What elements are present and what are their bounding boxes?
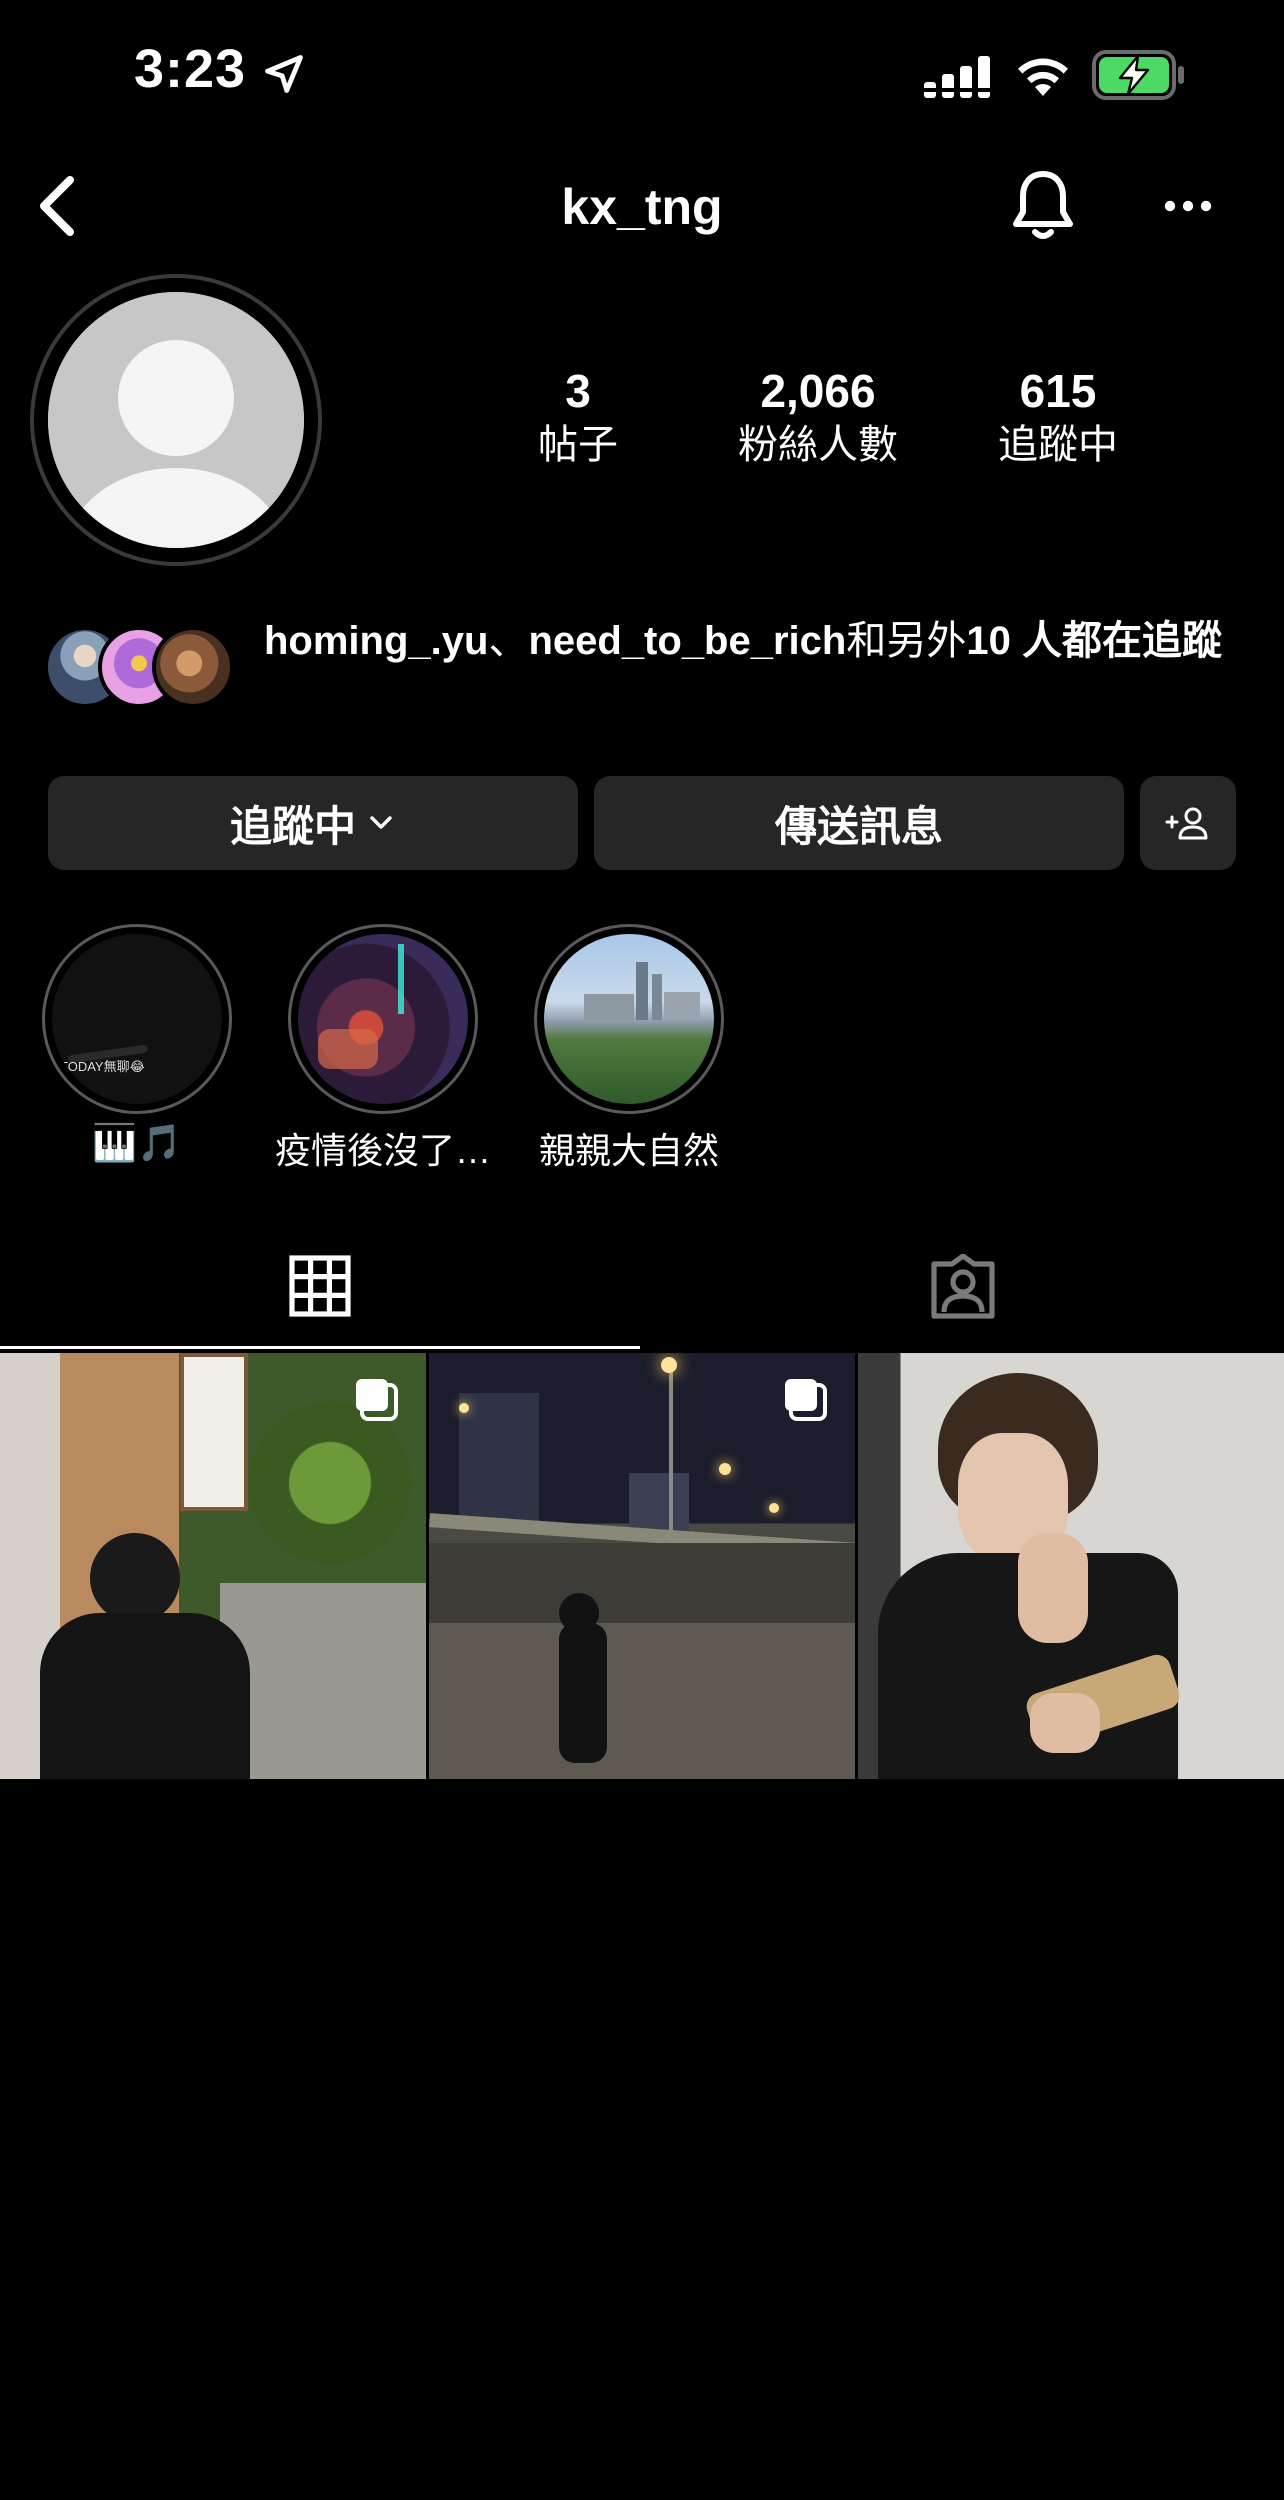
wifi-icon [1018, 58, 1068, 96]
post-shape [429, 1543, 855, 1623]
highlight-cover-3[interactable] [544, 934, 714, 1104]
bell-icon[interactable] [1010, 168, 1076, 244]
stat-followers-label: 粉絲人數 [738, 423, 898, 467]
post-shape [769, 1503, 779, 1513]
highlight-label-3[interactable]: 親親大自然 [499, 1122, 759, 1174]
mutual-mid: 和另外 [846, 619, 967, 663]
stat-following-count: 615 [1019, 365, 1097, 417]
post-shape [661, 1357, 677, 1373]
highlight-cover-1[interactable]: TODAY無聊😂 [52, 934, 222, 1104]
following-label: 追蹤中 [229, 802, 356, 850]
post-shape [629, 1473, 689, 1533]
active-tab-indicator [0, 1346, 640, 1349]
post-thumbnail[interactable] [858, 1353, 1284, 1779]
multi-photo-icon [356, 1379, 398, 1421]
highlight-label-2[interactable]: 疫情後沒了… [253, 1122, 513, 1174]
mutual-count: 10 [966, 619, 1011, 663]
tagged-person-icon[interactable] [928, 1254, 998, 1320]
battery-charging-icon [1092, 50, 1184, 100]
message-label: 傳送訊息 [774, 802, 943, 850]
post-thumbnail[interactable] [0, 1353, 426, 1779]
post-shape [1030, 1693, 1100, 1753]
mutual-followers-text[interactable]: homing_.yu、need_to_be_rich和另外10 人都在追蹤 [264, 614, 1244, 668]
post-shape [459, 1393, 539, 1523]
post-shape [40, 1613, 250, 1779]
mutual-sep: 、 [488, 619, 529, 663]
add-person-icon [1165, 807, 1208, 840]
post-shape [1018, 1533, 1088, 1643]
post-thumbnail[interactable] [429, 1353, 855, 1779]
location-arrow-icon [265, 55, 303, 93]
post-shape [220, 1583, 426, 1779]
post-shape [559, 1623, 607, 1763]
cellular-signal-icon [924, 56, 992, 98]
highlight-shape [584, 994, 634, 1020]
post-shape [459, 1403, 469, 1413]
mutual-user-1[interactable]: homing_.yu [264, 619, 488, 663]
highlight-caption: TODAY無聊😂 [60, 1059, 145, 1074]
stat-followers-count: 2,066 [760, 365, 876, 417]
default-avatar-icon [48, 292, 304, 548]
highlight-shape [398, 944, 404, 1014]
highlight-shape [652, 974, 662, 1020]
stat-followers[interactable]: 2,066 粉絲人數 [718, 364, 918, 470]
mutual-avatars[interactable] [44, 626, 254, 716]
stat-posts-count: 3 [565, 365, 591, 417]
following-button[interactable]: 追蹤中 [48, 776, 578, 870]
highlight-shape [636, 962, 648, 1020]
suggest-users-button[interactable] [1140, 776, 1236, 870]
highlight-shape [664, 992, 700, 1020]
highlight-label-1[interactable]: 🎹🎵 [7, 1122, 267, 1164]
more-options-icon[interactable] [1164, 196, 1212, 216]
mutual-user-2[interactable]: need_to_be_rich [528, 619, 846, 663]
status-time: 3:23 [134, 39, 247, 99]
stat-following[interactable]: 615 追蹤中 [978, 364, 1138, 470]
stat-posts-label: 帖子 [538, 423, 618, 467]
post-shape [719, 1463, 731, 1475]
post-shape [180, 1353, 248, 1511]
mutual-tail: 人都在追蹤 [1021, 619, 1222, 663]
stat-following-label: 追蹤中 [998, 423, 1118, 467]
grid-icon[interactable] [288, 1254, 352, 1318]
highlight-cover-2[interactable] [298, 934, 468, 1104]
mutual-avatar [152, 626, 234, 708]
highlight-shape [318, 1029, 378, 1069]
message-button[interactable]: 傳送訊息 [594, 776, 1124, 870]
stat-posts[interactable]: 3 帖子 [498, 364, 658, 470]
post-shape [669, 1363, 673, 1543]
profile-username: kx_tng [561, 179, 723, 235]
avatar[interactable] [48, 292, 304, 548]
post-shape [90, 1533, 180, 1623]
multi-photo-icon [785, 1379, 827, 1421]
chevron-down-icon [370, 816, 392, 829]
